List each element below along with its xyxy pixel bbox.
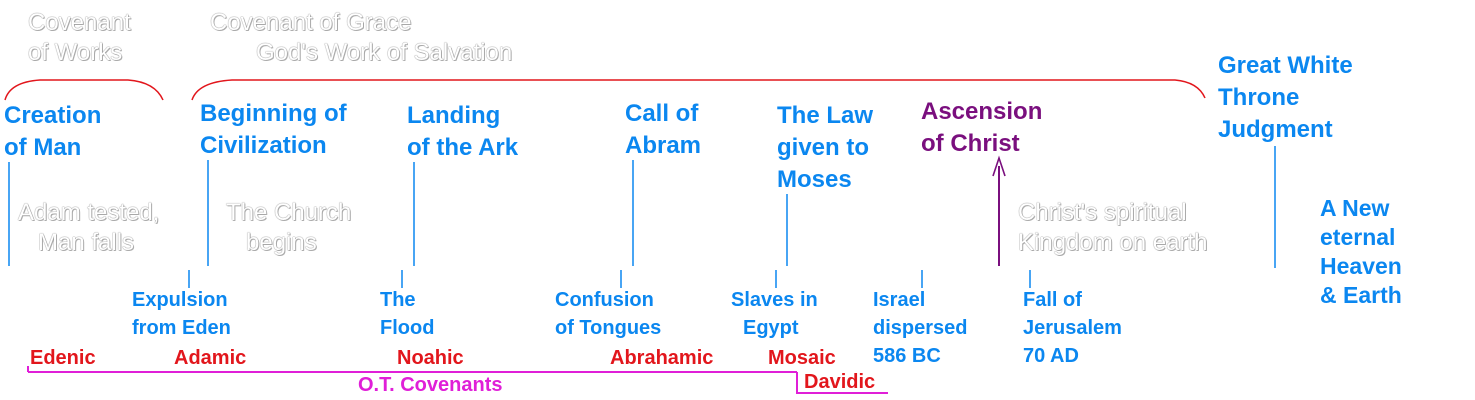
event-creation-of-man: Creation of Man: [4, 102, 102, 161]
covenant-abrahamic: Abrahamic: [610, 347, 714, 369]
covenant-of-grace-brace: [191, 79, 1206, 101]
covenant-edenic: Edenic: [30, 347, 96, 369]
event-law-given: The Law given to Moses: [777, 102, 874, 193]
covenant-of-works-brace: [4, 79, 164, 101]
event-fall-of-jerusalem: Fall of Jerusalem 70 AD: [1023, 289, 1122, 367]
covenant-noahic: Noahic: [397, 347, 464, 369]
covenant-of-grace-label: Covenant of Grace God's Work of Salvatio…: [210, 9, 513, 66]
covenant-of-works-label: Covenant of Works: [28, 9, 131, 66]
event-ascension-of-christ: Ascension of Christ: [921, 98, 1043, 157]
event-the-flood: The Flood: [380, 289, 435, 339]
event-call-of-abram: Call of Abram: [625, 100, 702, 159]
event-confusion-of-tongues: Confusion of Tongues: [555, 289, 662, 339]
event-expulsion-from-eden: Expulsion from Eden: [132, 289, 231, 339]
note-adam-tested: Adam tested, Man falls: [18, 199, 160, 256]
note-spiritual-kingdom: Christ's spiritual Kingdom on earth: [1018, 199, 1208, 256]
covenant-adamic: Adamic: [174, 347, 247, 369]
event-israel-dispersed: Israel dispersed 586 BC: [873, 289, 968, 367]
ot-covenants-label: O.T. Covenants: [358, 374, 503, 396]
event-slaves-in-egypt: Slaves in Egypt: [731, 289, 818, 339]
event-great-white-throne: Great White Throne Judgment: [1218, 52, 1353, 143]
event-landing-of-ark: Landing of the Ark: [407, 102, 519, 161]
covenant-davidic: Davidic: [804, 371, 876, 393]
note-church-begins: The Church begins: [226, 199, 352, 256]
new-heaven-and-earth: A New eternal Heaven & Earth: [1320, 195, 1402, 308]
event-beginning-of-civilization: Beginning of Civilization: [200, 100, 347, 159]
covenant-mosaic: Mosaic: [768, 347, 836, 369]
